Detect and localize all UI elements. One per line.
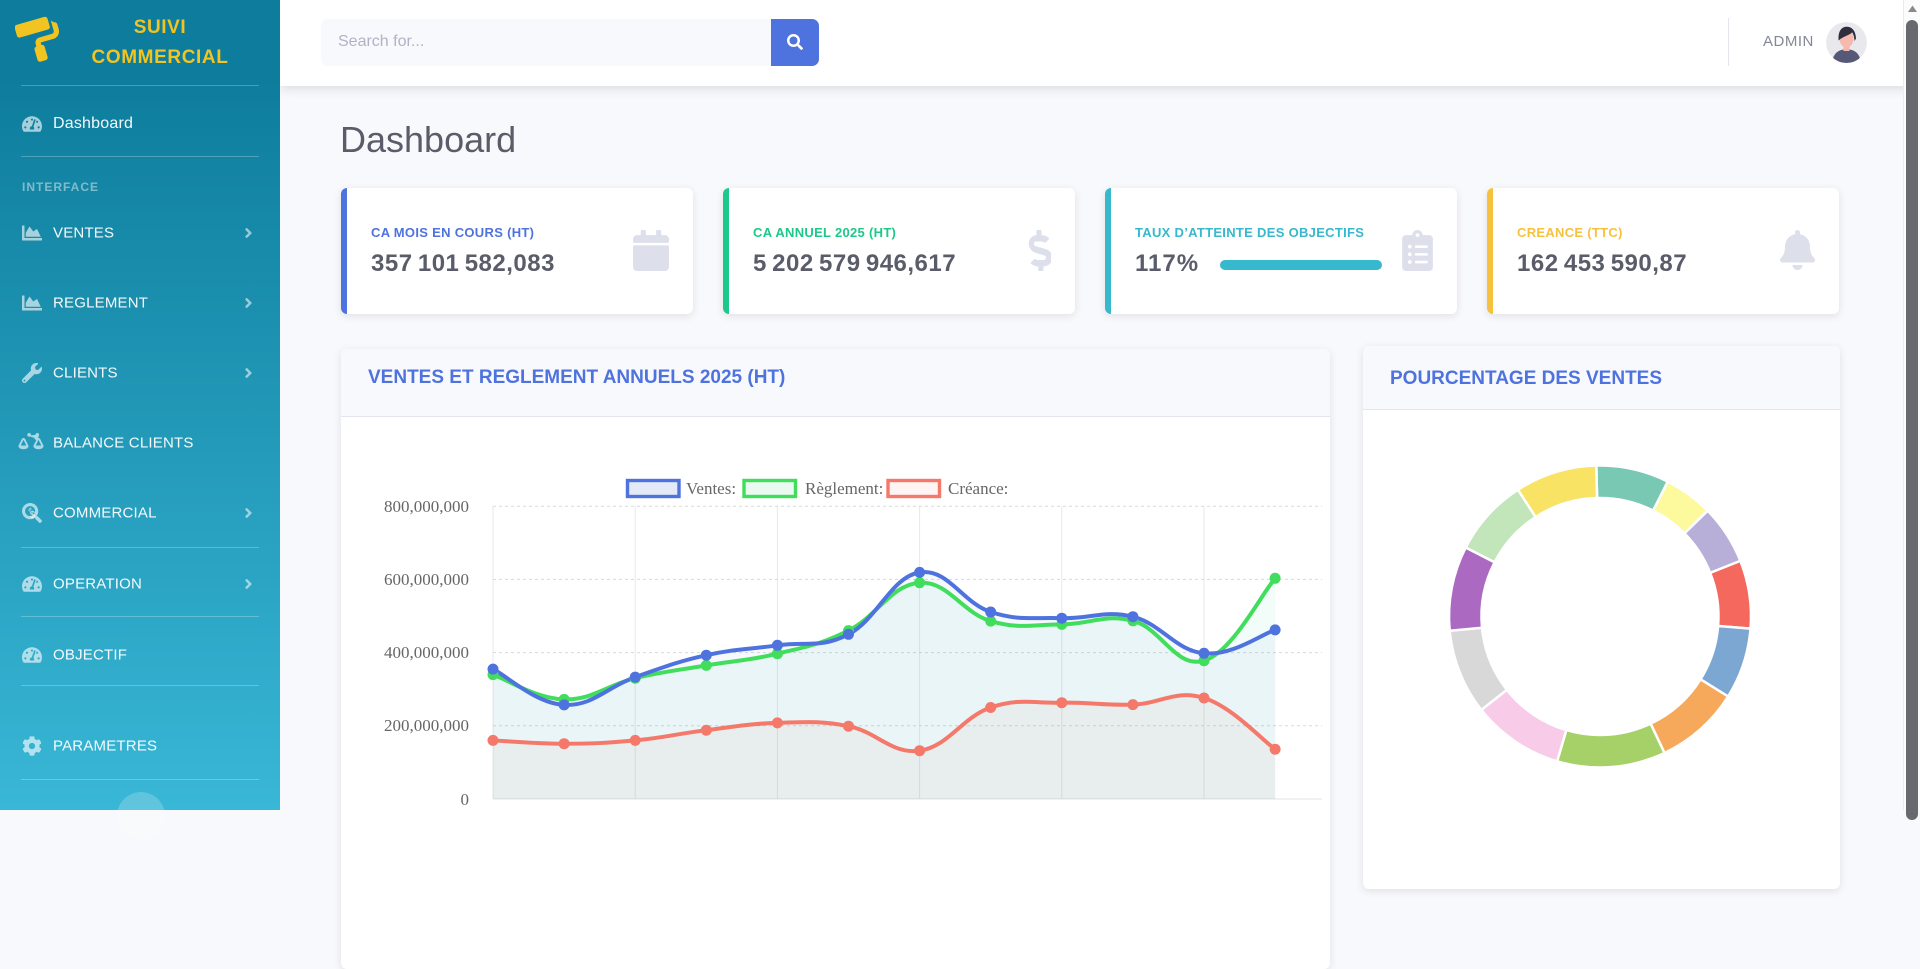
svg-text:400,000,000: 400,000,000: [384, 643, 469, 662]
svg-text:200,000,000: 200,000,000: [384, 716, 469, 735]
svg-text:Ventes:: Ventes:: [686, 479, 736, 498]
svg-text:Créance:: Créance:: [948, 479, 1008, 498]
svg-text:Règlement:: Règlement:: [805, 479, 883, 498]
svg-text:0: 0: [461, 790, 470, 809]
svg-text:600,000,000: 600,000,000: [384, 570, 469, 589]
svg-text:800,000,000: 800,000,000: [384, 497, 469, 516]
